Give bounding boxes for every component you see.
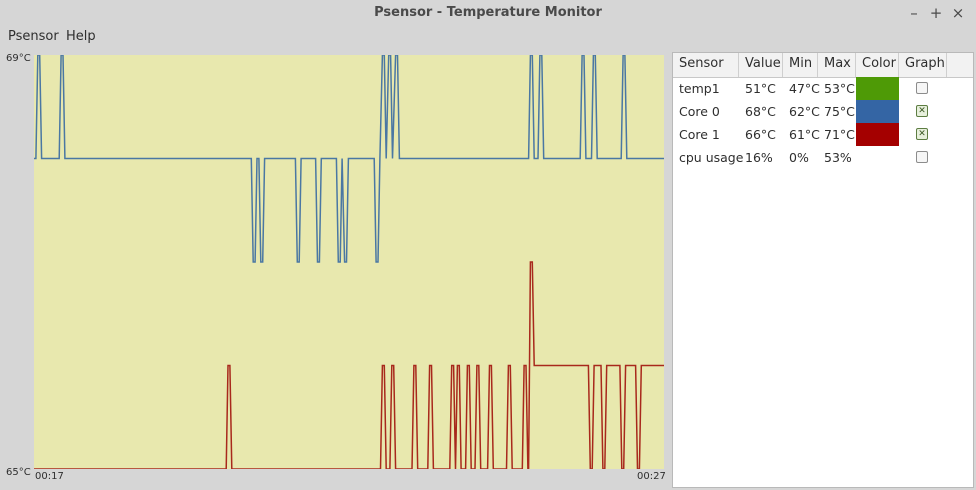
- graph-checkbox[interactable]: [916, 82, 928, 94]
- color-swatch[interactable]: [856, 100, 899, 123]
- maximize-icon[interactable]: +: [926, 3, 946, 23]
- table-row[interactable]: temp1 51°C 47°C 53°C: [673, 77, 973, 100]
- column-header-color[interactable]: Color: [856, 53, 899, 77]
- sensor-min: 62°C: [789, 104, 820, 119]
- menu-psensor[interactable]: Psensor: [8, 26, 59, 48]
- color-swatch[interactable]: [856, 123, 899, 146]
- y-axis-max-label: 69°C: [6, 53, 31, 64]
- graph-checkbox[interactable]: ✕: [916, 128, 928, 140]
- window-title: Psensor - Temperature Monitor: [374, 5, 602, 20]
- color-swatch[interactable]: [856, 77, 899, 100]
- x-axis-end-label: 00:27: [637, 471, 666, 482]
- sensor-name: temp1: [679, 81, 720, 96]
- sensor-value: 66°C: [745, 127, 776, 142]
- color-swatch[interactable]: [856, 146, 899, 169]
- column-header-min[interactable]: Min: [783, 53, 818, 77]
- sensor-min: 47°C: [789, 81, 820, 96]
- table-header: Sensor Value Min Max Color Graph: [673, 53, 973, 78]
- menu-help[interactable]: Help: [66, 26, 96, 48]
- sensor-max: 75°C: [824, 104, 855, 119]
- sensor-value: 68°C: [745, 104, 776, 119]
- column-header-max[interactable]: Max: [818, 53, 856, 77]
- sensor-min: 61°C: [789, 127, 820, 142]
- table-row[interactable]: Core 1 66°C 61°C 71°C ✕: [673, 123, 973, 146]
- graph-checkbox[interactable]: [916, 151, 928, 163]
- sensor-name: Core 1: [679, 127, 720, 142]
- sensor-min: 0%: [789, 150, 809, 165]
- plot-background: [34, 55, 664, 469]
- temperature-graph: 69°C 65°C 00:17 00:27: [0, 52, 666, 488]
- minimize-icon[interactable]: –: [904, 3, 924, 23]
- sensor-max: 71°C: [824, 127, 855, 142]
- graph-checkbox[interactable]: ✕: [916, 105, 928, 117]
- close-icon[interactable]: ×: [948, 3, 968, 23]
- sensor-max: 53%: [824, 150, 852, 165]
- x-axis-start-label: 00:17: [35, 471, 64, 482]
- sensor-value: 16%: [745, 150, 773, 165]
- column-header-graph[interactable]: Graph: [899, 53, 947, 77]
- sensor-name: Core 0: [679, 104, 720, 119]
- y-axis-min-label: 65°C: [6, 467, 31, 478]
- sensor-table: Sensor Value Min Max Color Graph temp1 5…: [672, 52, 974, 488]
- sensor-name: cpu usage: [679, 150, 744, 165]
- menu-bar: Psensor Help: [0, 26, 976, 48]
- column-header-sensor[interactable]: Sensor: [673, 53, 739, 77]
- column-header-value[interactable]: Value: [739, 53, 783, 77]
- title-bar: Psensor - Temperature Monitor – + ×: [0, 0, 976, 26]
- table-row[interactable]: cpu usage 16% 0% 53%: [673, 146, 973, 169]
- table-row[interactable]: Core 0 68°C 62°C 75°C ✕: [673, 100, 973, 123]
- sensor-max: 53°C: [824, 81, 855, 96]
- sensor-value: 51°C: [745, 81, 776, 96]
- graph-plot: [34, 55, 664, 469]
